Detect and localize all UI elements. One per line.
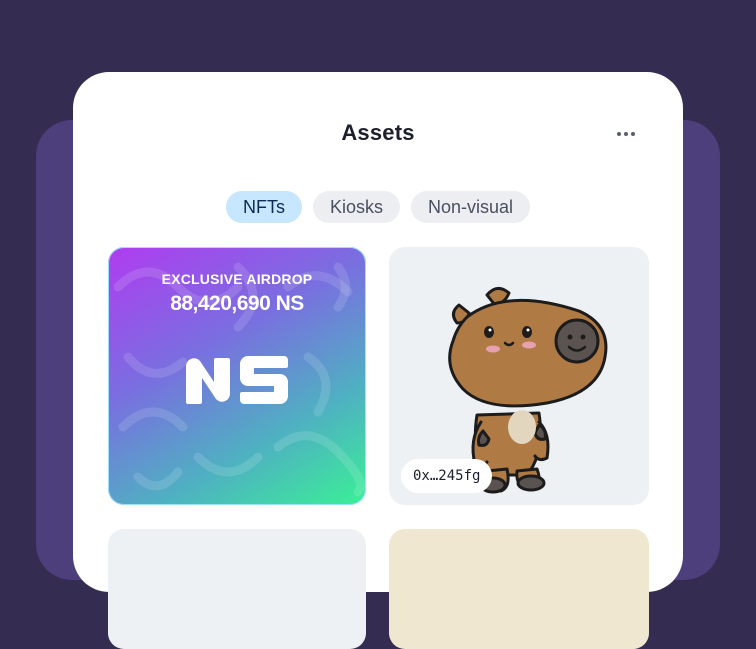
tab-nfts[interactable]: NFTs: [225, 191, 302, 223]
capybara-nft-card[interactable]: 0x…245fg: [389, 247, 649, 505]
asset-tabs: NFTs Kiosks Non-visual: [73, 191, 683, 223]
airdrop-amount: 88,420,690 NS: [170, 292, 304, 315]
assets-panel: Assets NFTs Kiosks Non-visual EXCLUSIVE …: [73, 72, 683, 649]
nft-card-partial[interactable]: [108, 529, 366, 649]
nft-card-partial[interactable]: [389, 529, 649, 649]
tab-non-visual[interactable]: Non-visual: [410, 191, 531, 223]
more-options-button[interactable]: [609, 122, 643, 146]
nft-address: 0x…245fg: [401, 459, 493, 493]
page-title: Assets: [341, 120, 415, 145]
tab-kiosks[interactable]: Kiosks: [312, 191, 400, 223]
ellipsis-icon: [617, 132, 621, 136]
airdrop-nft-card[interactable]: EXCLUSIVE AIRDROP 88,420,690 NS: [108, 247, 366, 505]
airdrop-label: EXCLUSIVE AIRDROP: [161, 271, 313, 287]
ns-logo-icon: [186, 356, 288, 404]
